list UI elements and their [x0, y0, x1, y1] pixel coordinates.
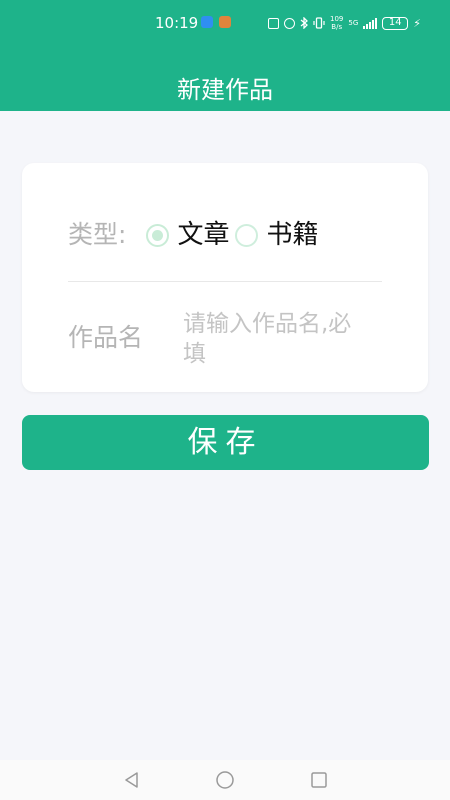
type-option-label[interactable]: 书籍 — [266, 218, 318, 252]
radio-checked-icon[interactable] — [146, 223, 170, 247]
back-icon[interactable] — [122, 770, 142, 790]
form-divider — [68, 281, 382, 282]
net-speed-unit: B/s — [331, 23, 343, 31]
save-button[interactable]: 保存 — [22, 415, 429, 470]
radio-dot-icon — [152, 229, 164, 241]
status-indicators: 109 B/s 5G 14 ⚡ — [268, 13, 421, 33]
status-bar: 10:19 109 B/s 5G 14 ⚡ — [0, 0, 450, 46]
signal-icon — [363, 17, 378, 29]
form-card: 类型: 文章 书籍 作品名 — [22, 163, 428, 392]
battery-level: 14 — [388, 17, 402, 28]
network-type: 5G — [348, 19, 359, 27]
charging-icon: ⚡ — [413, 16, 421, 30]
radio-unchecked-icon[interactable] — [235, 223, 259, 247]
nfc-icon — [268, 17, 279, 29]
type-option-label[interactable]: 文章 — [177, 218, 229, 252]
home-icon[interactable] — [215, 770, 235, 790]
name-label: 作品名 — [68, 323, 144, 352]
net-speed-value: 109 — [330, 15, 344, 23]
status-time: 10:19 — [155, 14, 199, 32]
bluetooth-icon — [300, 17, 308, 29]
type-label: 类型: — [68, 220, 127, 249]
battery-icon: 14 — [382, 16, 409, 30]
app-header: 10:19 109 B/s 5G 14 ⚡ 新建作品 — [0, 0, 450, 111]
notification-app-icon — [201, 16, 213, 28]
type-option-book[interactable]: 书籍 — [235, 218, 318, 252]
type-row: 类型: 文章 书籍 — [68, 215, 318, 255]
net-speed: 109 B/s — [330, 15, 343, 31]
vibrate-icon — [313, 17, 325, 29]
system-nav-bar — [0, 760, 450, 800]
notification-app-icon — [219, 16, 231, 28]
page-title: 新建作品 — [177, 76, 273, 104]
type-option-article[interactable]: 文章 — [146, 218, 229, 252]
alarm-icon — [284, 17, 295, 29]
recent-apps-icon[interactable] — [309, 770, 329, 790]
name-row: 作品名 — [68, 309, 398, 373]
work-name-input[interactable] — [183, 309, 353, 373]
